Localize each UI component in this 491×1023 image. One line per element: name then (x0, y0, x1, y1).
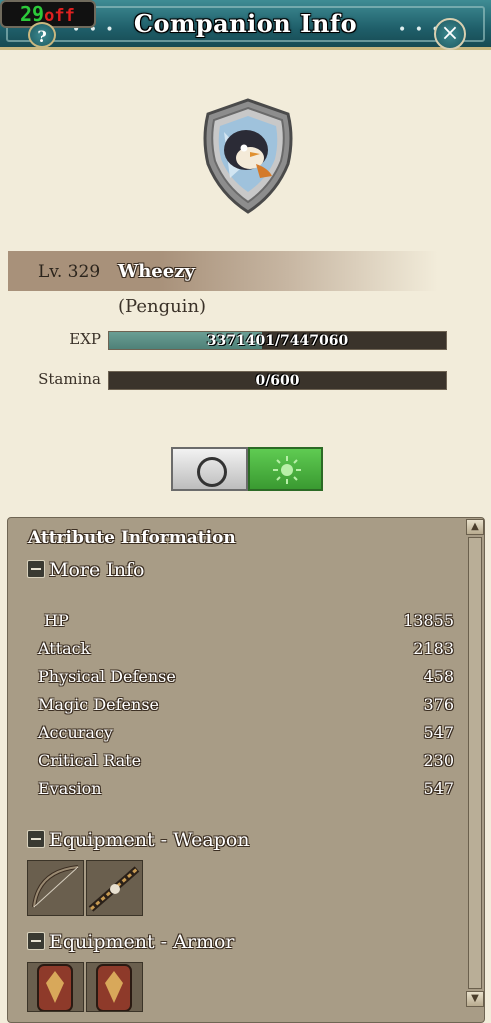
armor-icon (96, 964, 132, 1012)
circle-icon (197, 457, 227, 487)
help-button[interactable]: ? (28, 22, 56, 48)
stat-value: 376 (423, 695, 454, 714)
stat-label: Accuracy (38, 723, 113, 742)
stat-label: Attack (38, 639, 91, 658)
exp-text: 3371401/7447060 (206, 333, 349, 349)
stat-label: HP (44, 611, 69, 630)
stat-value: 458 (423, 667, 454, 686)
weapon-slot[interactable] (27, 860, 84, 916)
stamina-label: Stamina (38, 370, 101, 388)
stat-value: 547 (423, 779, 454, 798)
stamina-bar: 0/600 (108, 371, 447, 390)
stat-label: Physical Defense (38, 667, 176, 686)
armor-icon (37, 964, 73, 1012)
bow-icon (88, 866, 140, 912)
armor-slot[interactable] (86, 962, 143, 1012)
stat-value: 2183 (413, 639, 454, 658)
attribute-title: Attribute Information (28, 528, 236, 548)
sun-icon (273, 456, 301, 484)
armor-label: Equipment - Armor (49, 931, 235, 953)
companion-info-window: • • • Companion Info • • • 29off ? × Lv.… (0, 0, 491, 1023)
scroll-up-button[interactable]: ▲ (466, 519, 484, 535)
collapse-icon[interactable] (27, 932, 45, 950)
stamina-text: 0/600 (255, 373, 300, 389)
close-icon: × (440, 21, 460, 46)
stat-value: 13855 (403, 611, 454, 630)
weapon-label: Equipment - Weapon (49, 829, 250, 851)
stat-label: Critical Rate (38, 751, 142, 770)
stat-label: Magic Defense (38, 695, 159, 714)
stat-value: 547 (423, 723, 454, 742)
companion-portrait (203, 98, 293, 214)
exp-label: EXP (69, 330, 101, 348)
more-info-header[interactable]: More Info (27, 559, 144, 581)
weapon-slot[interactable] (86, 860, 143, 916)
more-info-label: More Info (49, 559, 145, 581)
companion-level: Lv. 329 (38, 262, 101, 282)
stat-label: Evasion (38, 779, 102, 798)
weapon-header[interactable]: Equipment - Weapon (27, 829, 250, 851)
scroll-down-button[interactable]: ▼ (466, 991, 484, 1007)
toggle-on-button[interactable] (248, 447, 323, 491)
stat-value: 230 (423, 751, 454, 770)
armor-slot[interactable] (27, 962, 84, 1012)
companion-name: Wheezy (118, 261, 195, 282)
collapse-icon[interactable] (27, 830, 45, 848)
scrollbar[interactable]: ▲ ▼ (466, 519, 484, 1009)
collapse-icon[interactable] (27, 560, 45, 578)
armor-header[interactable]: Equipment - Armor (27, 931, 234, 953)
toggle-off-button[interactable] (171, 447, 248, 491)
companion-species: (Penguin) (118, 296, 207, 317)
bow-icon (32, 865, 79, 908)
exp-bar: 3371401/7447060 (108, 331, 447, 350)
close-button[interactable]: × (434, 18, 466, 50)
scroll-track[interactable] (468, 537, 482, 989)
